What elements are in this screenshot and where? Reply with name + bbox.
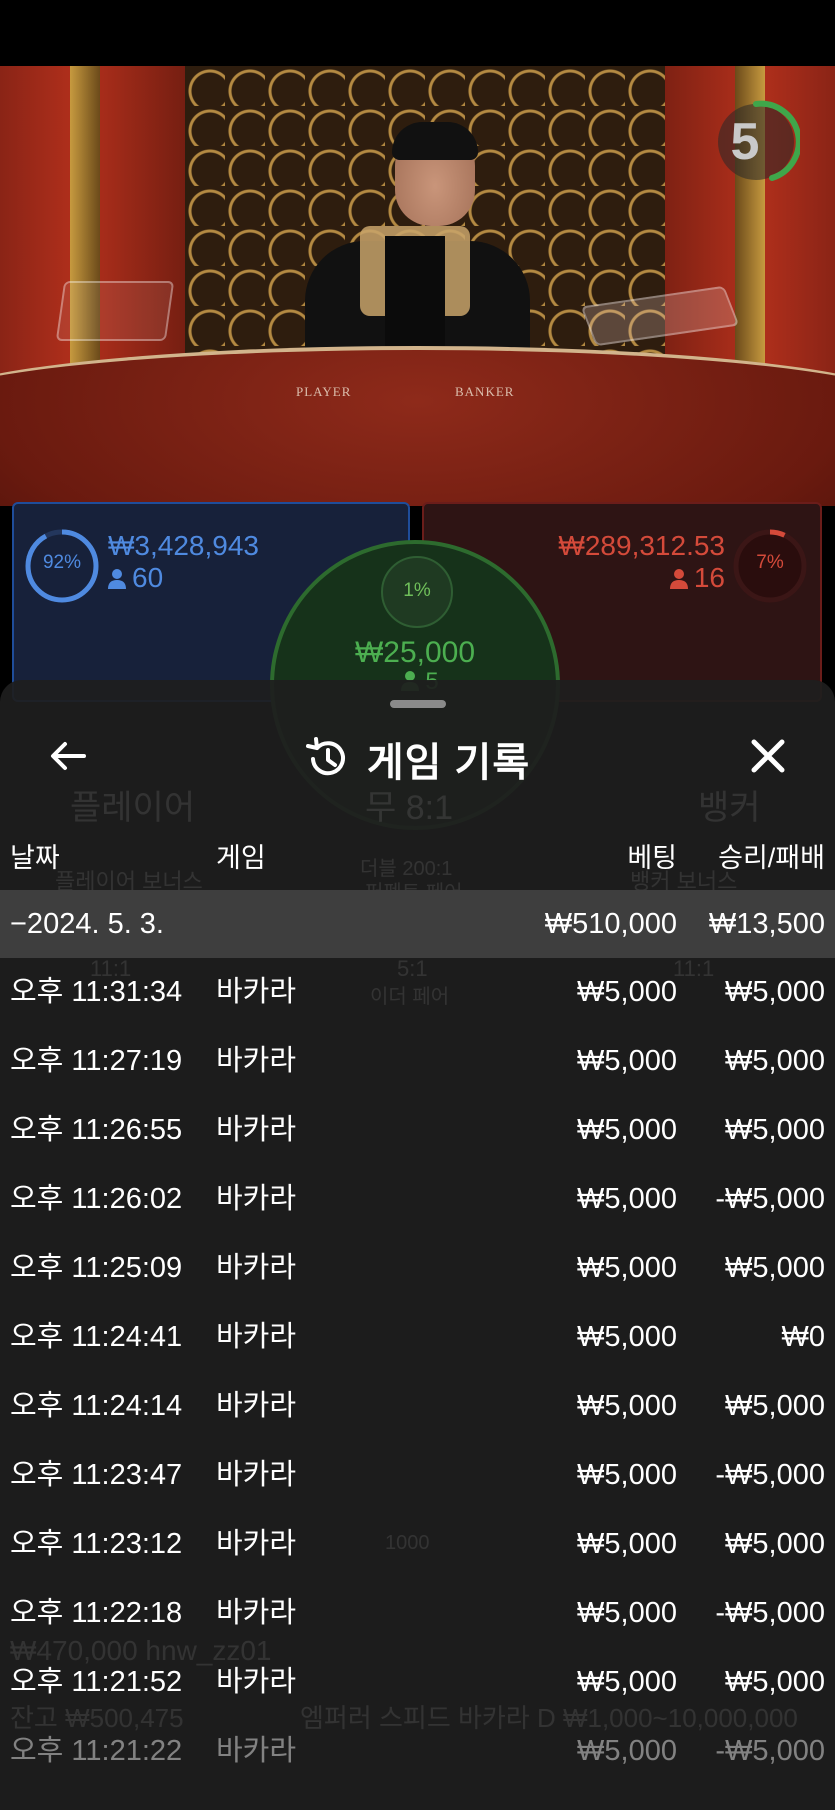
row-bet: ₩5,000	[577, 1183, 677, 1215]
row-bet: ₩5,000	[577, 1597, 677, 1629]
banker-total-amount: ₩289,312.53	[558, 530, 725, 561]
row-bet: ₩5,000	[577, 976, 677, 1008]
history-row[interactable]: 오후 11:24:14 바카라 ₩5,000 ₩5,000	[0, 1372, 835, 1441]
row-game: 바카라	[216, 1459, 297, 1491]
history-row[interactable]: 오후 11:31:34 바카라 ₩5,000 ₩5,000	[0, 958, 835, 1027]
player-bettor-count: 60	[108, 562, 163, 594]
row-result: -₩5,000	[715, 1735, 825, 1767]
row-result: ₩5,000	[725, 1666, 825, 1698]
card-shoe-left	[55, 281, 175, 341]
row-result: ₩5,000	[725, 1114, 825, 1146]
row-time: 오후 11:23:12	[10, 1528, 183, 1560]
row-time: 오후 11:26:02	[10, 1183, 183, 1215]
game-history-sheet: 플레이어 무 8:1 뱅커 플레이어 보너스 더블 200:1 퍼펙트 페어 뱅…	[0, 680, 835, 1810]
history-row[interactable]: 오후 11:23:12 바카라 ₩5,000 ₩5,000	[0, 1510, 835, 1579]
column-header-result: 승리/패배	[718, 843, 825, 873]
banker-bettor-count-value: 16	[693, 562, 725, 593]
row-game: 바카라	[216, 1666, 297, 1698]
history-row[interactable]: 오후 11:21:22 바카라 ₩5,000 -₩5,000	[0, 1717, 835, 1786]
column-header-date: 날짜	[10, 843, 60, 873]
person-icon	[669, 569, 688, 589]
row-time: 오후 11:26:55	[10, 1114, 183, 1146]
row-bet: ₩5,000	[577, 1321, 677, 1353]
row-time: 오후 11:21:52	[10, 1666, 183, 1698]
summary-bet-total: ₩510,000	[544, 908, 677, 940]
column-header-game: 게임	[216, 843, 266, 873]
row-bet: ₩5,000	[577, 1528, 677, 1560]
row-time: 오후 11:25:09	[10, 1252, 183, 1284]
column-header-bet: 베팅	[627, 843, 677, 873]
tie-percent: 1%	[403, 580, 431, 601]
row-game: 바카라	[216, 1321, 297, 1353]
row-time: 오후 11:27:19	[10, 1045, 183, 1077]
sheet-drag-handle[interactable]	[390, 700, 446, 708]
history-column-headers: 날짜 게임 베팅 승리/패배	[0, 836, 835, 876]
person-icon	[108, 569, 126, 589]
row-game: 바카라	[216, 1390, 297, 1422]
row-result: ₩0	[781, 1321, 826, 1353]
row-result: -₩5,000	[715, 1459, 825, 1491]
row-bet: ₩5,000	[577, 1666, 677, 1698]
history-icon	[305, 737, 345, 776]
sheet-title: 게임 기록	[366, 741, 531, 785]
history-row[interactable]: 오후 11:27:19 바카라 ₩5,000 ₩5,000	[0, 1027, 835, 1096]
row-bet: ₩5,000	[577, 1459, 677, 1491]
row-game: 바카라	[216, 1597, 297, 1629]
live-dealer-video: PLAYER BANKER	[0, 66, 835, 506]
dealer-shirt	[385, 236, 445, 356]
row-time: 오후 11:24:41	[10, 1321, 183, 1353]
row-bet: ₩5,000	[577, 1252, 677, 1284]
row-bet: ₩5,000	[577, 1390, 677, 1422]
banker-percent: 7%	[756, 552, 784, 573]
row-game: 바카라	[216, 1114, 297, 1146]
history-list: 오후 11:31:34 바카라 ₩5,000 ₩5,000 오후 11:27:1…	[0, 958, 835, 1786]
row-game: 바카라	[216, 1735, 297, 1767]
history-row[interactable]: 오후 11:22:18 바카라 ₩5,000 -₩5,000	[0, 1579, 835, 1648]
row-result: ₩5,000	[725, 1390, 825, 1422]
row-game: 바카라	[216, 1528, 297, 1560]
row-time: 오후 11:31:34	[10, 976, 183, 1008]
row-game: 바카라	[216, 1252, 297, 1284]
summary-result-total: ₩13,500	[708, 908, 825, 940]
row-bet: ₩5,000	[577, 1735, 677, 1767]
date-summary-row[interactable]: −2024. 5. 3. ₩510,000 ₩13,500	[0, 890, 835, 958]
table-felt	[0, 346, 835, 506]
player-percent: 92%	[42, 552, 82, 573]
row-game: 바카라	[216, 1045, 297, 1077]
row-bet: ₩5,000	[577, 1114, 677, 1146]
history-row[interactable]: 오후 11:26:02 바카라 ₩5,000 -₩5,000	[0, 1165, 835, 1234]
row-bet: ₩5,000	[577, 1045, 677, 1077]
history-row[interactable]: 오후 11:26:55 바카라 ₩5,000 ₩5,000	[0, 1096, 835, 1165]
row-result: ₩5,000	[725, 1252, 825, 1284]
row-time: 오후 11:21:22	[10, 1735, 183, 1767]
close-icon	[751, 739, 785, 773]
player-bettor-count-value: 60	[132, 562, 164, 593]
sheet-header: 게임 기록	[0, 730, 835, 788]
player-total-amount: ₩3,428,943	[108, 530, 259, 561]
row-result: ₩5,000	[725, 976, 825, 1008]
history-row[interactable]: 오후 11:23:47 바카라 ₩5,000 -₩5,000	[0, 1441, 835, 1510]
row-time: 오후 11:24:14	[10, 1390, 183, 1422]
felt-label-banker: BANKER	[455, 384, 515, 399]
felt-label-player: PLAYER	[296, 384, 352, 399]
history-row[interactable]: 오후 11:25:09 바카라 ₩5,000 ₩5,000	[0, 1234, 835, 1303]
history-row[interactable]: 오후 11:21:52 바카라 ₩5,000 ₩5,000	[0, 1648, 835, 1717]
row-time: 오후 11:22:18	[10, 1597, 183, 1629]
countdown-timer-value: 5	[730, 113, 760, 171]
row-game: 바카라	[216, 976, 297, 1008]
dealer-hair	[392, 122, 478, 160]
row-result: ₩5,000	[725, 1045, 825, 1077]
banker-bettor-count: 16	[560, 562, 725, 594]
history-row[interactable]: 오후 11:24:41 바카라 ₩5,000 ₩0	[0, 1303, 835, 1372]
summary-date: −2024. 5. 3.	[10, 908, 164, 940]
row-result: -₩5,000	[715, 1597, 825, 1629]
row-game: 바카라	[216, 1183, 297, 1215]
tie-total-amount: ₩25,000	[354, 636, 476, 669]
row-time: 오후 11:23:47	[10, 1459, 183, 1491]
row-result: ₩5,000	[725, 1528, 825, 1560]
row-result: -₩5,000	[715, 1183, 825, 1215]
close-button[interactable]	[740, 728, 796, 784]
